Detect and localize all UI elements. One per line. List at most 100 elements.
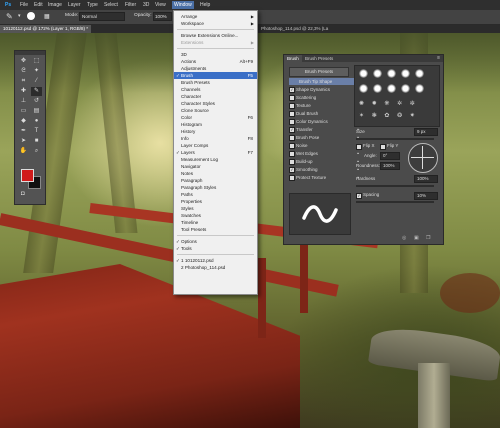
brush-option-smoothing[interactable]: ✓ 🔒︎ Smoothing bbox=[289, 166, 359, 173]
window-menu-item-channels[interactable]: Channels bbox=[174, 86, 257, 93]
dodge-icon[interactable]: ● bbox=[31, 117, 42, 126]
window-menu-item-actions[interactable]: Actions Alt+F9 bbox=[174, 58, 257, 65]
spacing-field[interactable]: 10% bbox=[414, 192, 438, 200]
brush-tip[interactable] bbox=[359, 84, 368, 93]
brush-option-texture[interactable]: 🔒︎Texture bbox=[289, 102, 359, 109]
brush-tip[interactable] bbox=[387, 84, 396, 93]
window-menu-item-history[interactable]: History bbox=[174, 128, 257, 135]
brush-tip[interactable] bbox=[373, 84, 382, 93]
option-checkbox[interactable] bbox=[289, 103, 295, 109]
brush-tip-textured[interactable]: ✶ ❃ ✿ ❂ ✷ bbox=[359, 112, 418, 119]
option-checkbox[interactable]: ✓ bbox=[289, 87, 295, 93]
hand-icon[interactable]: ✋ bbox=[18, 147, 29, 156]
brush-icon[interactable]: ✎ bbox=[31, 87, 42, 96]
spacing-checkbox[interactable]: ✓ bbox=[356, 193, 362, 199]
size-slider[interactable] bbox=[356, 138, 434, 140]
brush-presets-button[interactable]: Brush Presets bbox=[289, 67, 349, 77]
option-checkbox[interactable] bbox=[289, 159, 295, 165]
brush-tip-grid[interactable]: ✺ ✹ ❋ ✲ ✼ ✶ ❃ ✿ ❂ ✷ bbox=[354, 65, 440, 127]
brush-option-brush-pose[interactable]: 🔒︎ Brush Pose bbox=[289, 134, 359, 141]
menu-edit[interactable]: Edit bbox=[32, 1, 45, 9]
brush-option-transfer[interactable]: ✓ 🔒︎ Transfer bbox=[289, 126, 359, 133]
menu-select[interactable]: Select bbox=[102, 1, 120, 9]
window-menu-item-paragraph-styles[interactable]: Paragraph Styles bbox=[174, 184, 257, 191]
window-menu-item-navigator[interactable]: Navigator bbox=[174, 163, 257, 170]
option-checkbox[interactable]: ✓ bbox=[289, 127, 295, 133]
lasso-icon[interactable]: ᘓ bbox=[18, 67, 29, 76]
window-menu-item-histogram[interactable]: Histogram bbox=[174, 121, 257, 128]
window-menu-item-tool-presets[interactable]: Tool Presets bbox=[174, 226, 257, 233]
stamp-icon[interactable]: ⊥ bbox=[18, 97, 29, 106]
brush-option-wet-edges[interactable]: 🔒︎ Wet Edges bbox=[289, 150, 359, 157]
window-menu-item-tools[interactable]: ✓ Tools bbox=[174, 245, 257, 252]
flip-y-checkbox[interactable] bbox=[380, 144, 386, 150]
history-brush-icon[interactable]: ↺ bbox=[31, 97, 42, 106]
window-menu-item-options[interactable]: ✓ Options bbox=[174, 238, 257, 245]
tab-brush[interactable]: Brush bbox=[284, 55, 302, 62]
eraser-icon[interactable]: ▭ bbox=[18, 107, 29, 116]
toggle-preview-icon[interactable]: ◎ bbox=[402, 235, 406, 241]
quick-mask-icon[interactable]: ◘ bbox=[21, 191, 25, 197]
healing-icon[interactable]: ✚ bbox=[18, 87, 29, 96]
zoom-icon[interactable]: ⌕ bbox=[31, 147, 42, 156]
brush-tip[interactable] bbox=[373, 69, 382, 78]
brush-tip[interactable] bbox=[359, 69, 368, 78]
brush-tip[interactable] bbox=[415, 84, 424, 93]
window-menu-item-paragraph[interactable]: Paragraph bbox=[174, 177, 257, 184]
window-menu-item-timeline[interactable]: Timeline bbox=[174, 219, 257, 226]
window-menu-item-notes[interactable]: Notes bbox=[174, 170, 257, 177]
angle-roundness-widget[interactable] bbox=[408, 143, 438, 173]
window-menu-item-1-10120112-psd[interactable]: ✓ 1 10120112.psd bbox=[174, 257, 257, 264]
shape-icon[interactable]: ■ bbox=[31, 137, 42, 146]
brush-option-color-dynamics[interactable]: 🔒︎Color Dynamics bbox=[289, 118, 359, 125]
window-menu-item-layer-comps[interactable]: Layer Comps bbox=[174, 142, 257, 149]
window-menu-item-arrange[interactable]: Arrange ▶ bbox=[174, 13, 257, 20]
window-menu-item-clone-source[interactable]: Clone Source bbox=[174, 107, 257, 114]
eyedropper-icon[interactable]: ⁄ bbox=[31, 77, 42, 86]
window-menu-item-brush[interactable]: ✓ Brush F5 bbox=[174, 72, 257, 79]
window-menu-item-character-styles[interactable]: Character Styles bbox=[174, 100, 257, 107]
brush-preset-picker[interactable] bbox=[27, 12, 35, 20]
menu-filter[interactable]: Filter bbox=[123, 1, 138, 9]
menu-image[interactable]: Image bbox=[46, 1, 64, 9]
menu-view[interactable]: View bbox=[153, 1, 168, 9]
window-menu-item-properties[interactable]: Properties bbox=[174, 198, 257, 205]
roundness-field[interactable]: 100% bbox=[380, 162, 400, 170]
create-brush-icon[interactable]: ▣ bbox=[414, 235, 419, 241]
chevron-down-icon[interactable]: ▾ bbox=[18, 13, 21, 19]
brush-option-brush-tip-shape[interactable]: Brush Tip Shape bbox=[289, 78, 359, 85]
brush-option-build-up[interactable]: 🔒︎ Build-up bbox=[289, 158, 359, 165]
option-checkbox[interactable] bbox=[289, 119, 295, 125]
size-field[interactable]: 9 px bbox=[414, 128, 438, 136]
menu-file[interactable]: File bbox=[18, 1, 30, 9]
blur-icon[interactable]: ◆ bbox=[18, 117, 29, 126]
window-menu-item-styles[interactable]: Styles bbox=[174, 205, 257, 212]
brush-option-shape-dynamics[interactable]: ✓🔒︎Shape Dynamics bbox=[289, 86, 359, 93]
flip-x-checkbox[interactable] bbox=[356, 144, 362, 150]
angle-field[interactable]: 0° bbox=[380, 152, 400, 160]
window-menu-item-brush-presets[interactable]: Brush Presets bbox=[174, 79, 257, 86]
gradient-icon[interactable]: ▤ bbox=[31, 107, 42, 116]
brush-tip-textured[interactable]: ✺ ✹ ❋ ✲ ✼ bbox=[359, 100, 418, 107]
window-menu-item-workspace[interactable]: Workspace ▶ bbox=[174, 20, 257, 27]
option-checkbox[interactable] bbox=[289, 175, 295, 181]
menu-help[interactable]: Help bbox=[198, 1, 212, 9]
move-icon[interactable]: ✥ bbox=[18, 57, 29, 66]
menu-3d[interactable]: 3D bbox=[141, 1, 151, 9]
marquee-icon[interactable]: ⬚ bbox=[31, 57, 42, 66]
panel-menu-icon[interactable]: ≡ bbox=[437, 55, 440, 61]
brush-tip[interactable] bbox=[415, 69, 424, 78]
menu-type[interactable]: Type bbox=[85, 1, 100, 9]
tab-brush-presets[interactable]: Brush Presets bbox=[302, 55, 336, 62]
mode-select[interactable]: Normal bbox=[79, 12, 125, 21]
brush-option-dual-brush[interactable]: 🔒︎Dual Brush bbox=[289, 110, 359, 117]
option-checkbox[interactable]: ✓ bbox=[289, 167, 295, 173]
brush-option-noise[interactable]: 🔒︎Noise bbox=[289, 142, 359, 149]
brush-tip[interactable] bbox=[387, 69, 396, 78]
window-menu-item-measurement-log[interactable]: Measurement Log bbox=[174, 156, 257, 163]
type-icon[interactable]: T bbox=[31, 127, 42, 136]
window-menu-item-paths[interactable]: Paths bbox=[174, 191, 257, 198]
hardness-slider[interactable] bbox=[356, 185, 434, 187]
window-menu-item-swatches[interactable]: Swatches bbox=[174, 212, 257, 219]
brush-panel-toggle-icon[interactable]: ▦ bbox=[44, 13, 50, 20]
